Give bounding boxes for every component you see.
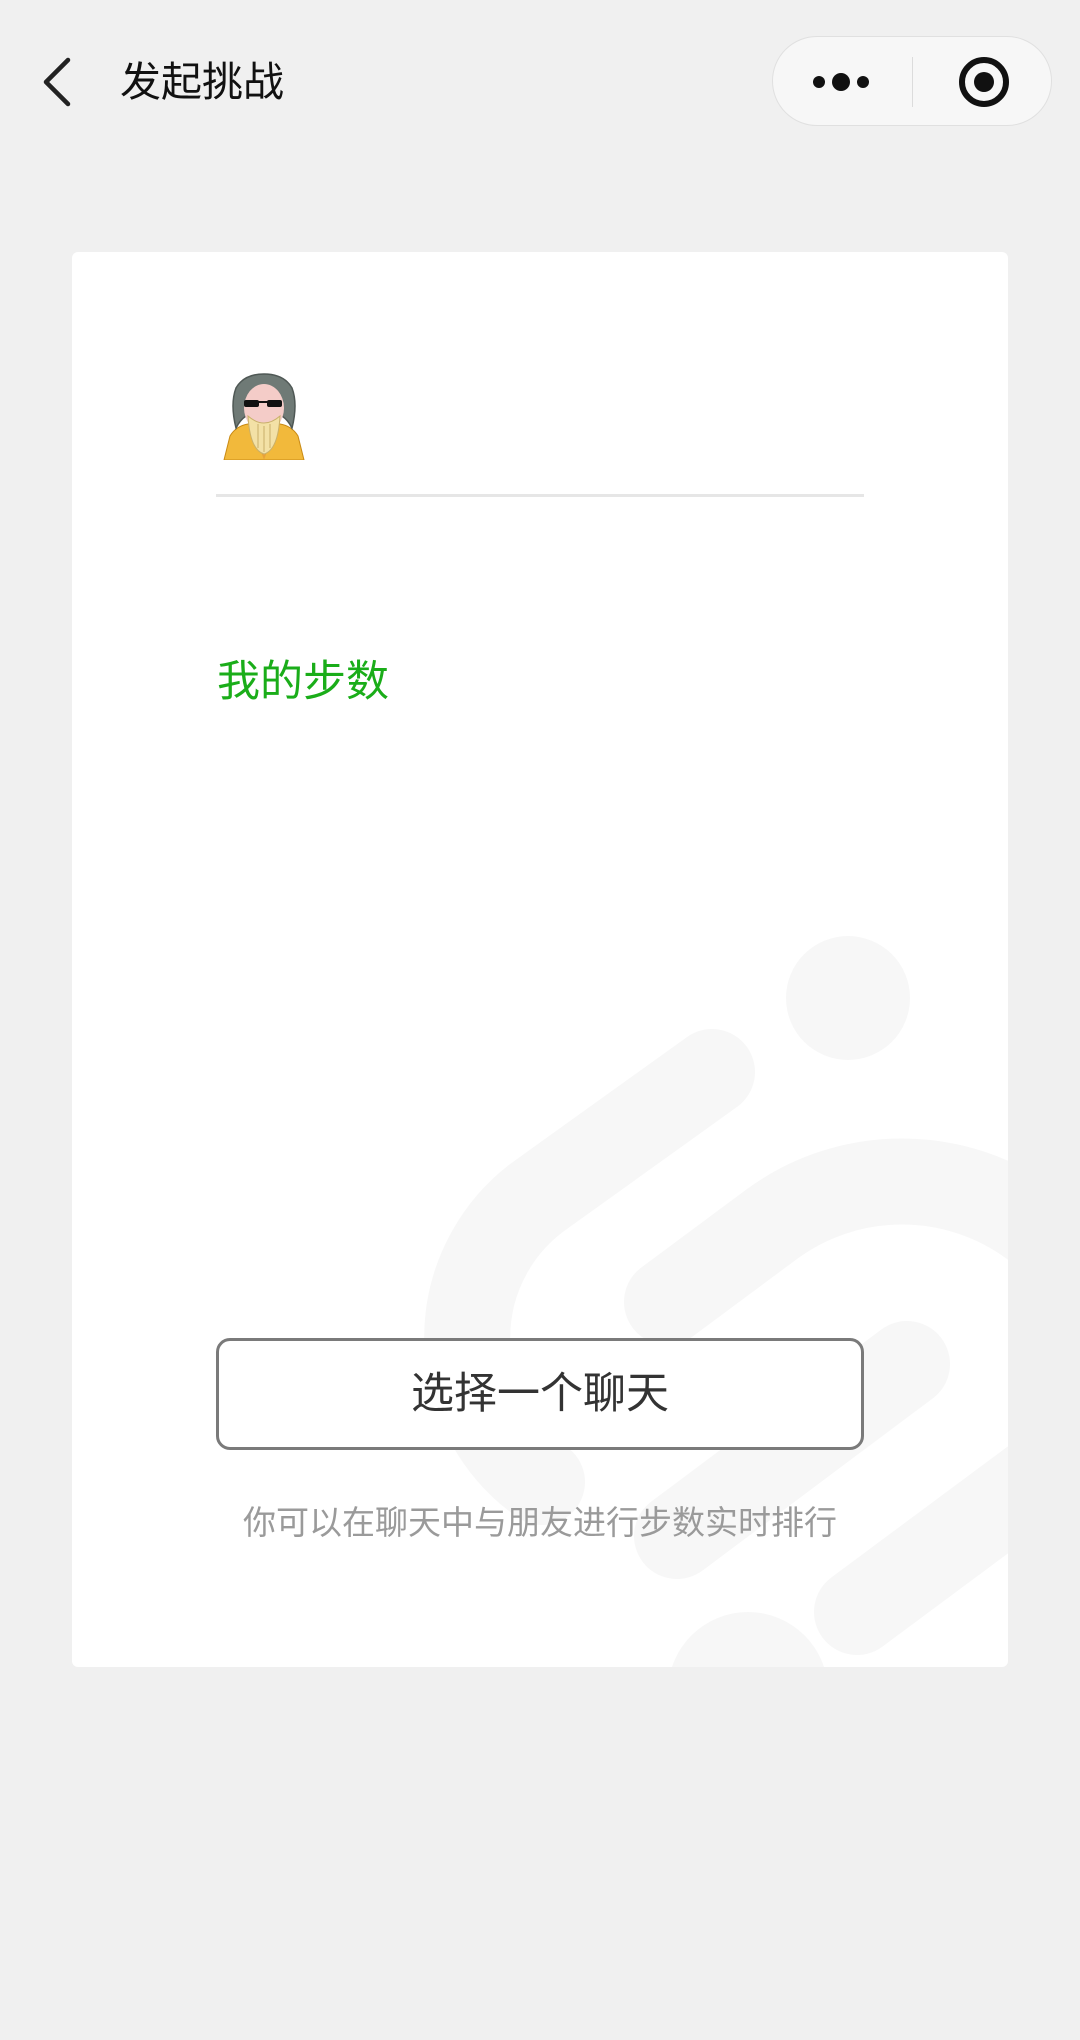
navigation-bar: 发起挑战 (0, 0, 1080, 166)
avatar-cartoon-old-man-sunglasses (223, 373, 305, 460)
more-dots-icon (813, 73, 869, 91)
more-button[interactable] (773, 37, 912, 125)
target-close-icon (959, 57, 1009, 107)
hint-text: 你可以在聊天中与朋友进行步数实时排行 (243, 1503, 837, 1542)
card-divider (216, 494, 864, 497)
avatar (222, 370, 306, 460)
watermark-logo-icon (424, 936, 1008, 1667)
chevron-left-icon (43, 57, 71, 107)
page-title: 发起挑战 (120, 58, 284, 106)
challenge-card: 我的步数 选择一个聊天 你可以在聊天中与朋友进行步数实时排行 (72, 252, 1008, 1667)
close-miniprogram-button[interactable] (913, 37, 1051, 125)
select-chat-button[interactable]: 选择一个聊天 (216, 1338, 864, 1450)
back-button[interactable] (30, 42, 90, 122)
menu-capsule (772, 36, 1052, 126)
my-steps-label: 我的步数 (217, 657, 389, 707)
